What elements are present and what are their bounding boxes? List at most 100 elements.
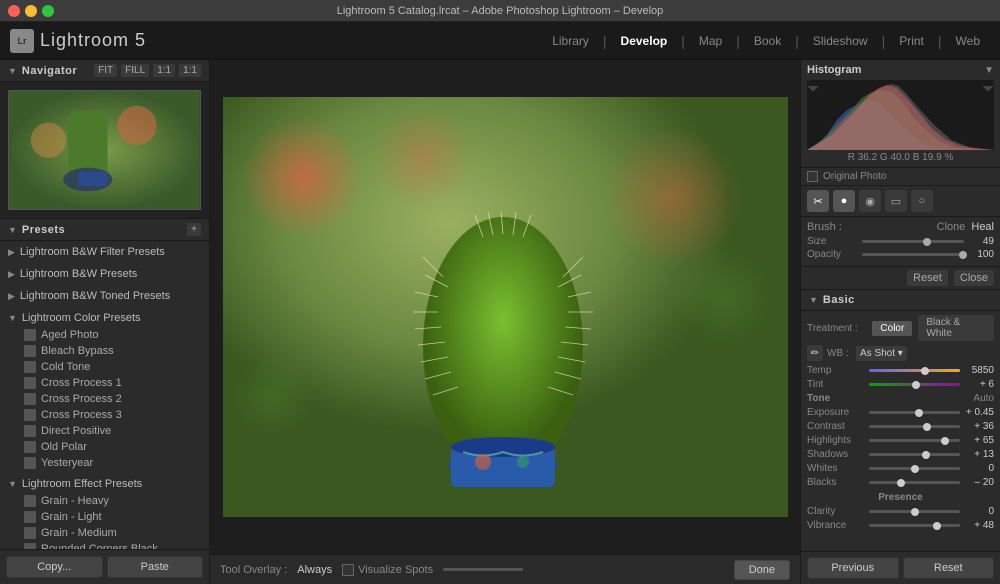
size-slider[interactable]: [862, 240, 964, 243]
exposure-slider[interactable]: [869, 411, 960, 414]
graduated-filter-tool[interactable]: ▭: [885, 190, 907, 212]
preset-grain-light[interactable]: Grain - Light: [0, 509, 209, 525]
clone-option[interactable]: Clone: [937, 221, 966, 233]
clarity-slider[interactable]: [869, 510, 960, 513]
shadows-slider[interactable]: [869, 453, 960, 456]
group-effects-header[interactable]: ▼ Lightroom Effect Presets: [0, 475, 209, 493]
preset-group-effects: ▼ Lightroom Effect Presets Grain - Heavy…: [0, 473, 209, 549]
heal-option[interactable]: Heal: [971, 221, 994, 233]
copy-button[interactable]: Copy...: [6, 556, 103, 578]
tool-overlay-value[interactable]: Always: [297, 564, 332, 576]
vibrance-label: Vibrance: [807, 520, 865, 531]
preset-grain-heavy[interactable]: Grain - Heavy: [0, 493, 209, 509]
temp-slider[interactable]: [869, 369, 960, 372]
group-bwtoned-header[interactable]: ▶ Lightroom B&W Toned Presets: [0, 287, 209, 305]
nav-book[interactable]: Book: [744, 30, 791, 52]
preset-cold-tone[interactable]: Cold Tone: [0, 359, 209, 375]
preset-cross-process-1[interactable]: Cross Process 1: [0, 375, 209, 391]
highlights-slider[interactable]: [869, 439, 960, 442]
nav-map[interactable]: Map: [689, 30, 732, 52]
nav-develop[interactable]: Develop: [611, 30, 678, 52]
paste-button[interactable]: Paste: [107, 556, 204, 578]
group-bw-header[interactable]: ▶ Lightroom B&W Presets: [0, 265, 209, 283]
size-thumb[interactable]: [923, 238, 931, 246]
temp-thumb[interactable]: [921, 367, 929, 375]
nav-fill[interactable]: FILL: [121, 64, 149, 77]
color-btn[interactable]: Color: [872, 321, 912, 336]
preset-yesteryear[interactable]: Yesteryear: [0, 455, 209, 471]
preset-old-polar[interactable]: Old Polar: [0, 439, 209, 455]
size-value: 49: [969, 236, 994, 247]
highlights-thumb[interactable]: [941, 437, 949, 445]
clarity-value: 0: [964, 506, 994, 517]
preset-aged-photo[interactable]: Aged Photo: [0, 327, 209, 343]
presets-header[interactable]: ▼ Presets +: [0, 219, 209, 241]
window-controls[interactable]: [8, 5, 54, 17]
preset-grain-medium[interactable]: Grain - Medium: [0, 525, 209, 541]
reset-button[interactable]: Reset: [903, 557, 995, 579]
whites-thumb[interactable]: [911, 465, 919, 473]
shadows-thumb[interactable]: [922, 451, 930, 459]
tool-overlay-label: Tool Overlay :: [220, 564, 287, 576]
radial-filter-tool[interactable]: ○: [911, 190, 933, 212]
bw-btn[interactable]: Black & White: [918, 315, 994, 341]
navigator-header[interactable]: ▼ Navigator FIT FILL 1:1 1:1: [0, 60, 209, 82]
group-bwfilter-header[interactable]: ▶ Lightroom B&W Filter Presets: [0, 243, 209, 261]
nav-print[interactable]: Print: [889, 30, 934, 52]
blacks-slider[interactable]: [869, 481, 960, 484]
visualize-spots-toggle[interactable]: Visualize Spots: [342, 564, 433, 576]
blacks-thumb[interactable]: [897, 479, 905, 487]
preset-cross-process-3[interactable]: Cross Process 3: [0, 407, 209, 423]
wb-row: ✏ WB : As Shot ▾: [807, 345, 994, 361]
tint-thumb[interactable]: [912, 381, 920, 389]
original-photo-checkbox[interactable]: [807, 171, 818, 182]
left-panel: ▼ Navigator FIT FILL 1:1 1:1: [0, 60, 210, 584]
nav-web[interactable]: Web: [946, 30, 990, 52]
exposure-thumb[interactable]: [915, 409, 923, 417]
nav-ratio[interactable]: 1:1: [179, 64, 201, 77]
preset-bleach-bypass[interactable]: Bleach Bypass: [0, 343, 209, 359]
group-color-header[interactable]: ▼ Lightroom Color Presets: [0, 309, 209, 327]
clarity-thumb[interactable]: [911, 508, 919, 516]
crop-tool[interactable]: ✂: [807, 190, 829, 212]
tone-auto[interactable]: Auto: [973, 393, 994, 404]
minimize-button[interactable]: [25, 5, 37, 17]
nav-fit[interactable]: FIT: [94, 64, 117, 77]
whites-slider[interactable]: [869, 467, 960, 470]
whites-label: Whites: [807, 463, 865, 474]
wb-label: WB :: [827, 348, 852, 359]
maximize-button[interactable]: [42, 5, 54, 17]
wb-eyedropper[interactable]: ✏: [807, 345, 823, 361]
preset-rounded-black[interactable]: Rounded Corners Black: [0, 541, 209, 549]
app-name: Lightroom 5: [40, 30, 146, 51]
done-button[interactable]: Done: [734, 560, 790, 580]
vibrance-slider[interactable]: [869, 524, 960, 527]
preset-cross-process-2[interactable]: Cross Process 2: [0, 391, 209, 407]
wb-select[interactable]: As Shot ▾: [856, 346, 907, 361]
contrast-slider[interactable]: [869, 425, 960, 428]
histogram-arrow: ▼: [984, 65, 994, 76]
nav-library[interactable]: Library: [542, 30, 599, 52]
spot-removal-tool[interactable]: ●: [833, 190, 855, 212]
vibrance-row: Vibrance + 48: [807, 520, 994, 531]
spots-slider[interactable]: [443, 568, 523, 571]
opacity-thumb[interactable]: [959, 251, 967, 259]
tint-slider[interactable]: [869, 383, 960, 386]
opacity-row: Opacity 100: [807, 249, 994, 260]
close-panel-btn[interactable]: Close: [954, 270, 994, 286]
reset-panel-btn[interactable]: Reset: [907, 270, 948, 286]
visualize-spots-checkbox[interactable]: [342, 564, 354, 576]
close-button[interactable]: [8, 5, 20, 17]
vibrance-thumb[interactable]: [933, 522, 941, 530]
nav-slideshow[interactable]: Slideshow: [803, 30, 878, 52]
redeye-tool[interactable]: ◉: [859, 190, 881, 212]
opacity-slider[interactable]: [862, 253, 964, 256]
exposure-label: Exposure: [807, 407, 865, 418]
nav-1-1[interactable]: 1:1: [153, 64, 175, 77]
basic-panel-header[interactable]: ▼ Basic: [801, 290, 1000, 311]
contrast-thumb[interactable]: [923, 423, 931, 431]
presets-add-btn[interactable]: +: [187, 223, 201, 236]
preset-direct-positive[interactable]: Direct Positive: [0, 423, 209, 439]
right-panel: Histogram ▼ R 36.2 G 40.0 B 19: [800, 60, 1000, 584]
previous-button[interactable]: Previous: [807, 557, 899, 579]
